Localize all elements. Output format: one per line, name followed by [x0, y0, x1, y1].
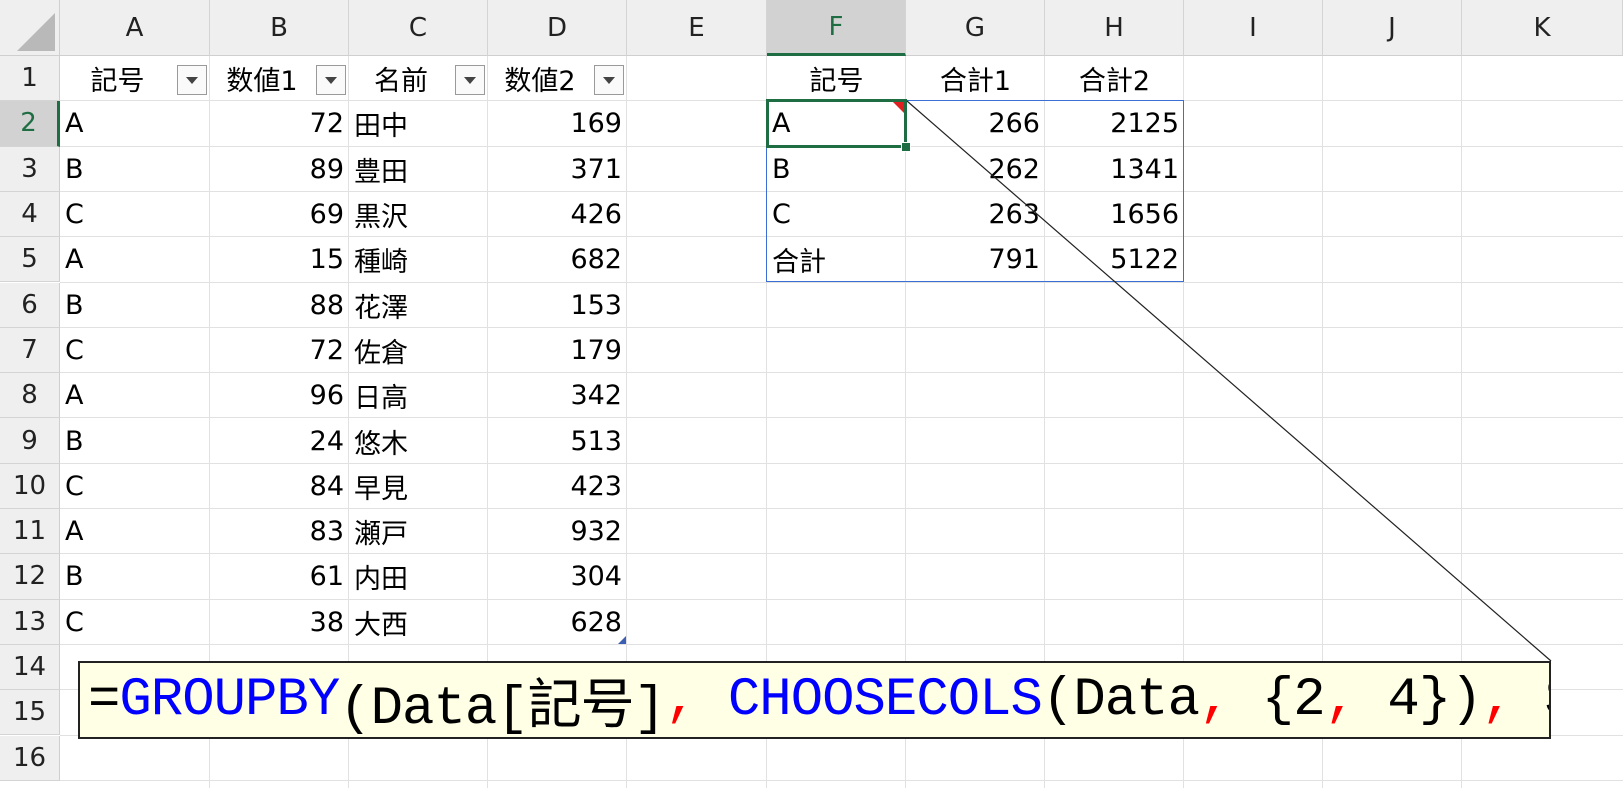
callout-pointer-line: [906, 100, 1552, 662]
formula-token: ,: [1199, 669, 1231, 731]
formula-token: [697, 670, 728, 731]
spreadsheet[interactable]: ABCDEFGHIJK 1 2 3 4 5 6 7 8 9 10 11 12 13 14 15 16 記号 数値…: [0, 0, 1623, 788]
formula-token: CHOOSECOLS: [727, 669, 1043, 731]
formula-token: ,: [1324, 669, 1357, 731]
formula-callout: = GROUPBY (Data[記号], CHOOSECOLS (Data, {2, …: [78, 661, 1551, 739]
formula-token: SUM): [1513, 670, 1549, 731]
formula-token: (Data[記号]: [339, 679, 666, 739]
formula-token: =: [88, 669, 120, 731]
formula-token: GROUPBY: [119, 669, 340, 731]
formula-token: 4}): [1356, 669, 1482, 731]
formula-token: (Data: [1041, 669, 1200, 731]
formula-token: {2: [1230, 669, 1326, 731]
formula-token: ,: [1481, 669, 1514, 731]
formula-token: ,: [665, 669, 697, 731]
